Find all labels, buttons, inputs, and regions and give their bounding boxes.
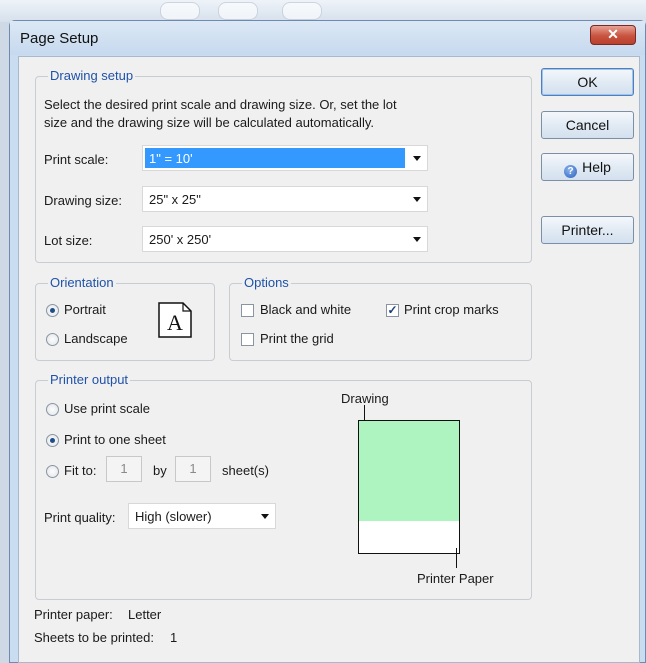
- help-button-label: Help: [582, 159, 611, 175]
- orientation-legend: Orientation: [48, 275, 116, 290]
- print-quality-label: Print quality:: [44, 510, 116, 525]
- chevron-down-icon: [413, 197, 421, 202]
- options-legend: Options: [242, 275, 291, 290]
- chevron-down-icon: [413, 156, 421, 161]
- portrait-radio[interactable]: [46, 304, 59, 317]
- sheets-status-label: Sheets to be printed:: [34, 630, 154, 645]
- lot-size-value: 250' x 250': [149, 232, 212, 247]
- close-button[interactable]: ✕: [590, 25, 636, 45]
- print-scale-select[interactable]: 1" = 10': [142, 145, 428, 171]
- lot-size-select[interactable]: 250' x 250': [142, 226, 428, 252]
- background-app-toolbar: [0, 0, 646, 22]
- printer-paper-preview: [358, 420, 460, 554]
- drawing-setup-legend: Drawing setup: [48, 68, 136, 83]
- print-the-grid-checkbox[interactable]: [241, 333, 254, 346]
- help-icon: ?: [564, 165, 578, 178]
- drawing-area-preview: [359, 421, 459, 521]
- printer-output-legend: Printer output: [48, 372, 131, 387]
- print-quality-select[interactable]: High (slower): [128, 503, 276, 529]
- black-and-white-label: Black and white: [260, 302, 352, 317]
- drawing-size-select[interactable]: 25" x 25": [142, 186, 428, 212]
- landscape-label: Landscape: [64, 331, 128, 346]
- printer-paper-status-label: Printer paper:: [34, 607, 113, 622]
- title-bar: [10, 21, 645, 55]
- checkmark-icon: ✓: [387, 303, 398, 317]
- page-orientation-letter: A: [167, 310, 183, 335]
- printer-paper-status-value: Letter: [128, 607, 162, 622]
- use-print-scale-label: Use print scale: [64, 401, 150, 416]
- print-scale-label: Print scale:: [44, 152, 109, 167]
- print-crop-marks-checkbox[interactable]: ✓: [386, 304, 399, 317]
- sheets-status-value: 1: [170, 630, 178, 645]
- preview-paper-leader: [456, 548, 457, 568]
- drawing-setup-description-line2: size and the drawing size will be calcul…: [44, 115, 374, 130]
- sheets-unit-label: sheet(s): [222, 463, 269, 478]
- fit-to-by-label: by: [153, 463, 167, 478]
- drawing-setup-description-line1: Select the desired print scale and drawi…: [44, 97, 397, 112]
- use-print-scale-radio[interactable]: [46, 403, 59, 416]
- fit-to-width-input[interactable]: 1: [106, 456, 142, 482]
- print-to-one-sheet-label: Print to one sheet: [64, 432, 166, 447]
- chevron-down-icon: [261, 514, 269, 519]
- fit-to-radio[interactable]: [46, 465, 59, 478]
- printer-button[interactable]: Printer...: [541, 216, 634, 244]
- help-button[interactable]: ? Help: [541, 153, 634, 181]
- landscape-radio[interactable]: [46, 333, 59, 346]
- print-scale-value: 1" = 10': [149, 151, 193, 166]
- print-the-grid-label: Print the grid: [260, 331, 334, 346]
- ok-button[interactable]: OK: [541, 68, 634, 96]
- print-quality-value: High (slower): [135, 509, 212, 524]
- drawing-size-label: Drawing size:: [44, 193, 123, 208]
- fit-to-label: Fit to:: [64, 463, 97, 478]
- dialog-title: Page Setup: [20, 30, 99, 47]
- chevron-down-icon: [413, 237, 421, 242]
- portrait-label: Portrait: [64, 302, 106, 317]
- page-orientation-icon: A: [158, 302, 192, 338]
- lot-size-label: Lot size:: [44, 233, 93, 248]
- drawing-size-value: 25" x 25": [149, 192, 201, 207]
- print-to-one-sheet-radio[interactable]: [46, 434, 59, 447]
- print-crop-marks-label: Print crop marks: [404, 302, 499, 317]
- preview-drawing-leader: [364, 405, 365, 421]
- preview-paper-label: Printer Paper: [417, 571, 494, 586]
- options-group: [229, 283, 532, 361]
- cancel-button[interactable]: Cancel: [541, 111, 634, 139]
- black-and-white-checkbox[interactable]: [241, 304, 254, 317]
- fit-to-height-input[interactable]: 1: [175, 456, 211, 482]
